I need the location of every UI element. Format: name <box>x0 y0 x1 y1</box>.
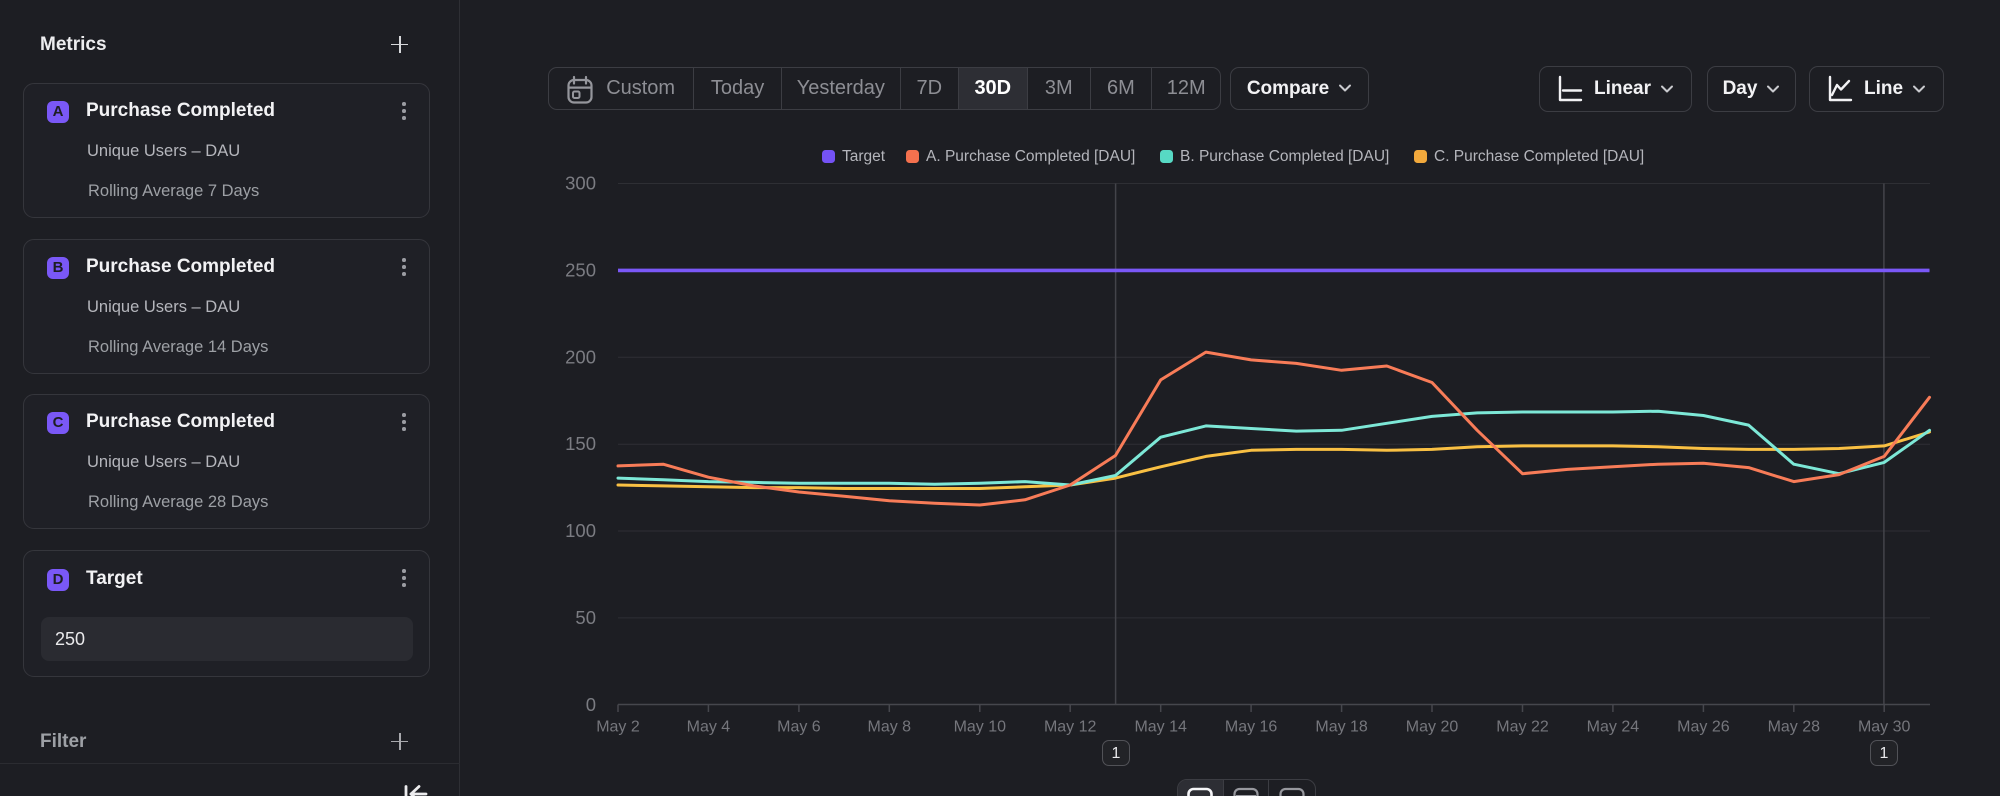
svg-text:100: 100 <box>565 520 596 541</box>
svg-text:250: 250 <box>565 259 596 280</box>
svg-text:May 8: May 8 <box>868 719 912 736</box>
svg-text:May 4: May 4 <box>687 719 731 736</box>
svg-text:May 6: May 6 <box>777 719 821 736</box>
svg-text:May 10: May 10 <box>954 719 1007 736</box>
svg-text:50: 50 <box>575 607 596 628</box>
svg-text:May 28: May 28 <box>1768 719 1821 736</box>
svg-text:May 18: May 18 <box>1315 719 1368 736</box>
svg-text:May 30: May 30 <box>1858 719 1911 736</box>
svg-text:150: 150 <box>565 433 596 454</box>
svg-text:May 16: May 16 <box>1225 719 1278 736</box>
svg-text:May 26: May 26 <box>1677 719 1730 736</box>
svg-text:200: 200 <box>565 346 596 367</box>
svg-text:May 24: May 24 <box>1587 719 1640 736</box>
svg-text:May 20: May 20 <box>1406 719 1459 736</box>
svg-text:300: 300 <box>565 173 596 194</box>
svg-text:0: 0 <box>586 694 596 715</box>
svg-text:May 2: May 2 <box>596 719 640 736</box>
svg-text:May 12: May 12 <box>1044 719 1097 736</box>
svg-text:May 22: May 22 <box>1496 719 1549 736</box>
svg-text:May 14: May 14 <box>1134 719 1187 736</box>
